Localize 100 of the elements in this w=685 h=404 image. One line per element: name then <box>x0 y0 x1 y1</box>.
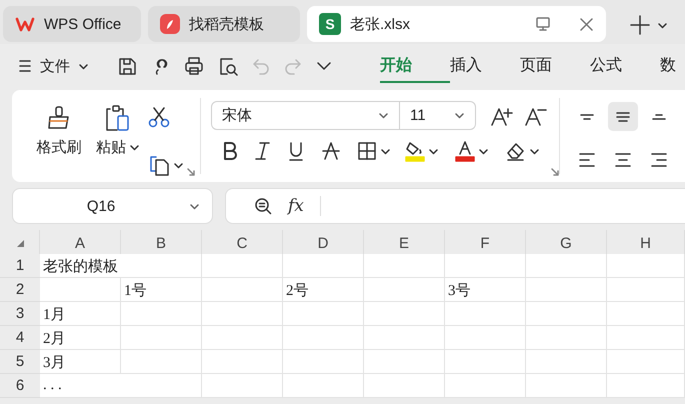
bold-icon[interactable] <box>221 140 237 162</box>
underline-icon[interactable] <box>287 140 305 162</box>
table-cell[interactable] <box>121 326 202 350</box>
caret-icon <box>378 111 389 120</box>
table-cell[interactable] <box>283 350 364 374</box>
font-color-icon[interactable] <box>455 140 475 162</box>
table-cell[interactable] <box>202 350 283 374</box>
row-header[interactable]: 1 <box>0 254 40 278</box>
table-cell[interactable]: 3月 <box>40 350 121 374</box>
table-cell[interactable] <box>607 374 685 398</box>
table-cell[interactable] <box>283 254 364 278</box>
table-cell[interactable] <box>364 278 445 302</box>
table-cell[interactable] <box>283 302 364 326</box>
table-cell[interactable] <box>121 350 202 374</box>
scissors-icon[interactable] <box>148 106 170 128</box>
table-cell[interactable]: 1月 <box>40 302 121 326</box>
table-cell[interactable] <box>40 278 121 302</box>
expand-corner-icon[interactable] <box>186 167 196 177</box>
table-cell[interactable] <box>445 350 526 374</box>
align-right-icon <box>651 152 667 166</box>
font-name-field[interactable]: 宋体 <box>211 101 400 130</box>
table-cell[interactable] <box>202 302 283 326</box>
save-icon[interactable] <box>117 56 138 76</box>
table-cell[interactable]: 1号 <box>121 278 202 302</box>
undo-icon[interactable] <box>252 56 270 76</box>
fill-color-icon[interactable] <box>405 140 425 162</box>
ribbon-tab[interactable]: 开始 <box>380 49 450 83</box>
table-cell[interactable] <box>445 302 526 326</box>
formula-field[interactable]: fx <box>225 188 685 224</box>
leaf-logo-icon <box>160 14 180 34</box>
caret-icon <box>657 20 668 30</box>
zigzag-logo-icon <box>15 15 35 33</box>
table-cell[interactable] <box>607 302 685 326</box>
monitor-icon[interactable] <box>535 16 551 32</box>
clipboard-icon <box>104 104 132 132</box>
redo-icon[interactable] <box>284 56 302 76</box>
print-preview-icon[interactable] <box>218 56 238 76</box>
document-tab[interactable]: 找稻壳模板 <box>148 6 300 42</box>
align-button[interactable] <box>608 102 638 131</box>
print-icon[interactable] <box>184 56 204 76</box>
align-center-icon <box>615 152 631 166</box>
table-cell[interactable] <box>364 374 445 398</box>
table-cell[interactable]: 2月 <box>40 326 121 350</box>
table-cell[interactable] <box>445 326 526 350</box>
caret-icon <box>173 160 184 170</box>
ribbon-tab[interactable]: 插入 <box>450 49 520 83</box>
table-cell[interactable] <box>526 350 607 374</box>
caret-icon <box>428 146 439 156</box>
table-cell[interactable] <box>283 326 364 350</box>
table-cell[interactable] <box>364 302 445 326</box>
table-cell[interactable] <box>607 350 685 374</box>
plus-icon[interactable] <box>629 14 651 36</box>
close-icon[interactable] <box>579 16 594 32</box>
table-cell[interactable] <box>364 326 445 350</box>
table-cell[interactable] <box>202 374 283 398</box>
table-cell[interactable] <box>607 278 685 302</box>
document-tab[interactable]: WPS Office <box>3 6 141 42</box>
table-cell[interactable] <box>607 326 685 350</box>
table-cell[interactable]: 老张的模板 <box>40 254 202 278</box>
table-cell[interactable] <box>526 254 607 278</box>
ribbon-tab[interactable]: 页面 <box>520 49 590 83</box>
table-cell[interactable] <box>526 278 607 302</box>
table-cell[interactable]: . . . <box>40 374 202 398</box>
strikethrough-icon[interactable] <box>321 140 341 162</box>
table-cell[interactable] <box>202 326 283 350</box>
ribbon-tab[interactable]: 数 <box>660 49 685 83</box>
table-cell[interactable] <box>202 278 283 302</box>
ribbon-tab[interactable]: 公式 <box>590 49 660 83</box>
list-icon <box>18 58 32 74</box>
select-all-corner-icon[interactable] <box>14 238 24 248</box>
caret-icon <box>454 111 465 120</box>
name-box[interactable]: Q16 <box>12 188 213 224</box>
table-cell[interactable] <box>364 254 445 278</box>
caret-icon <box>478 146 489 156</box>
italic-icon[interactable] <box>253 140 271 162</box>
table-cell[interactable] <box>121 302 202 326</box>
table-cell[interactable] <box>445 374 526 398</box>
sheet-file-icon: S <box>319 13 341 35</box>
table-cell[interactable] <box>364 350 445 374</box>
table-cell[interactable]: 2号 <box>283 278 364 302</box>
table-cell[interactable] <box>445 254 526 278</box>
table-cell[interactable] <box>202 254 283 278</box>
file-menu[interactable]: 文件 <box>18 56 89 76</box>
function-label[interactable]: fx <box>288 196 304 216</box>
expand-corner-icon[interactable] <box>550 167 560 177</box>
align-bottom-icon <box>652 114 666 120</box>
document-tab[interactable]: S 老张.xlsx <box>307 6 606 42</box>
table-cell[interactable]: 3号 <box>445 278 526 302</box>
table-cell[interactable] <box>526 374 607 398</box>
align-middle-icon <box>616 112 630 122</box>
paste-button[interactable]: 粘贴 <box>88 104 148 182</box>
table-cell[interactable] <box>526 326 607 350</box>
align-top-icon <box>580 114 594 120</box>
font-size-field[interactable]: 11 <box>400 101 476 130</box>
zoom-out-icon[interactable] <box>254 197 272 215</box>
format-painter-button[interactable]: 格式刷 <box>30 104 88 182</box>
borders-icon[interactable] <box>357 141 377 161</box>
table-cell[interactable] <box>526 302 607 326</box>
table-cell[interactable] <box>283 374 364 398</box>
table-cell[interactable] <box>607 254 685 278</box>
